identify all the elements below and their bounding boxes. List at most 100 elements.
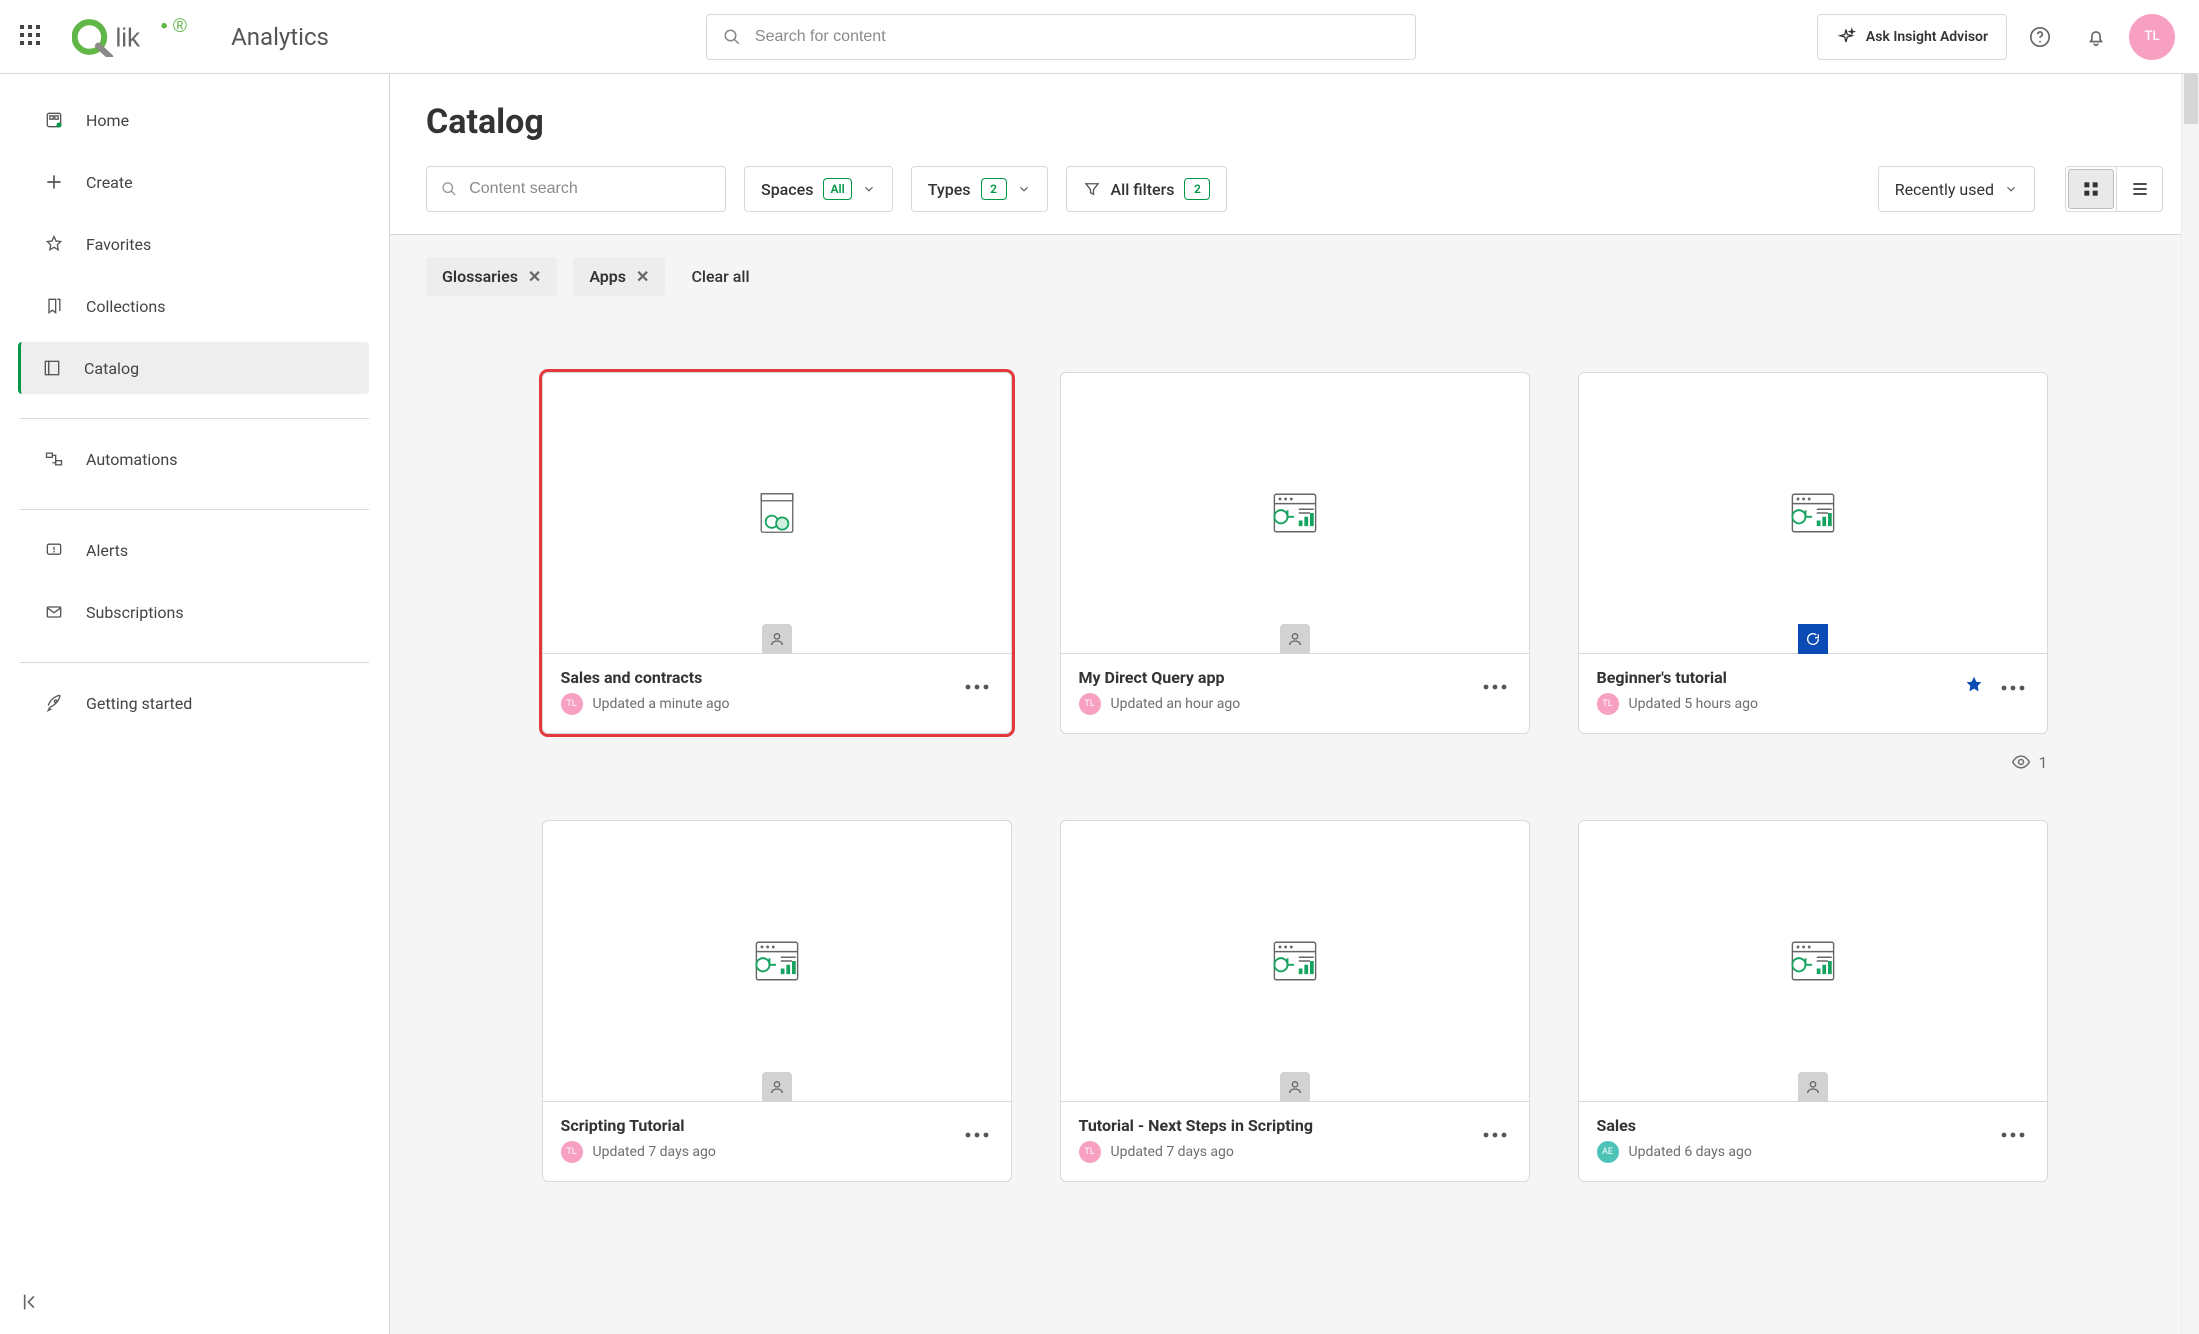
star-icon (44, 234, 64, 254)
reloading-icon (1798, 624, 1828, 654)
sidebar-item-collections[interactable]: Collections (20, 280, 369, 332)
search-icon (441, 180, 457, 198)
glossary-thumbnail-icon (749, 485, 805, 541)
svg-text:®: ® (173, 17, 187, 37)
filters-toolbar: Spaces All Types 2 All filters 2 Recentl (426, 166, 2163, 234)
card-sales-and-contracts[interactable]: Sales and contracts TL Updated a minute … (542, 372, 1012, 734)
card-tutorial-next-steps[interactable]: Tutorial - Next Steps in Scripting TL Up… (1060, 820, 1530, 1182)
main: Catalog Spaces All Types 2 (390, 74, 2199, 1334)
card-more-button[interactable] (961, 1122, 993, 1146)
global-search[interactable] (706, 14, 1416, 60)
card-my-direct-query-app[interactable]: My Direct Query app TL Updated an hour a… (1060, 372, 1530, 734)
view-list-button[interactable] (2116, 167, 2162, 211)
view-grid-button[interactable] (2068, 169, 2114, 209)
filter-spaces-label: Spaces (761, 180, 813, 199)
sidebar-item-catalog[interactable]: Catalog (18, 342, 369, 394)
filter-types[interactable]: Types 2 (911, 166, 1048, 212)
sort-label: Recently used (1895, 180, 1994, 199)
home-icon (44, 110, 64, 130)
global-search-input[interactable] (753, 27, 1399, 47)
filter-icon (1083, 180, 1101, 198)
clear-all-button[interactable]: Clear all (691, 267, 749, 286)
app-thumbnail-icon (1265, 931, 1325, 991)
personal-space-icon (1280, 624, 1310, 654)
sidebar-item-label: Favorites (86, 235, 151, 254)
content-area: Glossaries ✕ Apps ✕ Clear all (390, 234, 2199, 1334)
filter-spaces[interactable]: Spaces All (744, 166, 893, 212)
sparkle-icon (1836, 27, 1856, 47)
personal-space-icon (762, 1072, 792, 1102)
sidebar-item-getting-started[interactable]: Getting started (20, 677, 369, 729)
personal-space-icon (762, 624, 792, 654)
bookmark-collection-icon (44, 296, 64, 316)
catalog-icon (42, 358, 62, 378)
card-more-button[interactable] (961, 674, 993, 698)
scrollbar[interactable] (2181, 74, 2199, 1334)
sidebar-item-automations[interactable]: Automations (20, 433, 369, 485)
page-title: Catalog (426, 102, 2163, 142)
filter-spaces-badge: All (823, 178, 851, 200)
view-toggle (2065, 166, 2163, 212)
ask-insight-advisor-label: Ask Insight Advisor (1866, 29, 1988, 45)
chip-remove-icon[interactable]: ✕ (636, 267, 649, 286)
rocket-icon (44, 693, 64, 713)
search-icon (723, 28, 741, 46)
content-search[interactable] (426, 166, 726, 212)
card-more-button[interactable] (1997, 1122, 2029, 1146)
sidebar-item-home[interactable]: Home (20, 94, 369, 146)
sidebar-item-subscriptions[interactable]: Subscriptions (20, 586, 369, 638)
scrollbar-thumb[interactable] (2184, 74, 2198, 124)
sidebar: Home Create Favorites Collections Catalo (0, 74, 390, 1334)
collapse-sidebar-button[interactable] (18, 1288, 46, 1316)
user-avatar[interactable]: TL (2129, 14, 2175, 60)
card-view-count: 1 (1578, 752, 2048, 772)
sidebar-item-create[interactable]: Create (20, 156, 369, 208)
filter-all-label: All filters (1111, 180, 1175, 199)
notifications-icon[interactable] (2073, 14, 2119, 60)
sort-dropdown[interactable]: Recently used (1878, 166, 2035, 212)
card-updated: Updated 5 hours ago (1629, 696, 1758, 712)
app-thumbnail-icon (1265, 483, 1325, 543)
qlik-logo[interactable]: lik ® (72, 17, 211, 57)
sidebar-item-label: Create (86, 173, 133, 192)
sidebar-item-favorites[interactable]: Favorites (20, 218, 369, 270)
chip-remove-icon[interactable]: ✕ (528, 267, 541, 286)
hub-title: Analytics (231, 23, 329, 51)
card-more-button[interactable] (1997, 675, 2029, 699)
card-grid: Sales and contracts TL Updated a minute … (390, 302, 2199, 1222)
card-beginners-tutorial[interactable]: Beginner's tutorial TL Updated 5 hours a… (1578, 372, 2048, 734)
ask-insight-advisor-button[interactable]: Ask Insight Advisor (1817, 14, 2007, 60)
card-updated: Updated an hour ago (1111, 696, 1241, 712)
chip-apps[interactable]: Apps ✕ (573, 257, 665, 296)
eye-icon (2011, 752, 2031, 772)
sidebar-item-alerts[interactable]: Alerts (20, 524, 369, 576)
owner-avatar: TL (561, 1141, 583, 1163)
app-launcher-icon[interactable] (20, 25, 44, 49)
card-title: Beginner's tutorial (1597, 668, 1963, 687)
owner-avatar: TL (1597, 693, 1619, 715)
chevron-down-icon (2004, 182, 2018, 196)
owner-avatar: TL (1079, 693, 1101, 715)
help-icon[interactable] (2017, 14, 2063, 60)
app-thumbnail-icon (1783, 483, 1843, 543)
avatar-initials: TL (2145, 29, 2160, 44)
card-more-button[interactable] (1479, 1122, 1511, 1146)
card-more-button[interactable] (1479, 674, 1511, 698)
automation-icon (44, 449, 64, 469)
content-search-input[interactable] (467, 179, 711, 199)
filter-all[interactable]: All filters 2 (1066, 166, 1228, 212)
sidebar-item-label: Subscriptions (86, 603, 184, 622)
view-count-value: 1 (2039, 753, 2048, 772)
personal-space-icon (1798, 1072, 1828, 1102)
sidebar-item-label: Automations (86, 450, 177, 469)
sidebar-item-label: Collections (86, 297, 166, 316)
filter-all-badge: 2 (1184, 178, 1210, 200)
card-title: Tutorial - Next Steps in Scripting (1079, 1116, 1479, 1135)
card-scripting-tutorial[interactable]: Scripting Tutorial TL Updated 7 days ago (542, 820, 1012, 1182)
owner-avatar: TL (1079, 1141, 1101, 1163)
active-filter-chips: Glossaries ✕ Apps ✕ Clear all (390, 235, 2199, 302)
owner-avatar: AE (1597, 1141, 1619, 1163)
card-sales[interactable]: Sales AE Updated 6 days ago (1578, 820, 2048, 1182)
favorite-star-icon[interactable] (1963, 674, 1985, 700)
chip-glossaries[interactable]: Glossaries ✕ (426, 257, 557, 296)
